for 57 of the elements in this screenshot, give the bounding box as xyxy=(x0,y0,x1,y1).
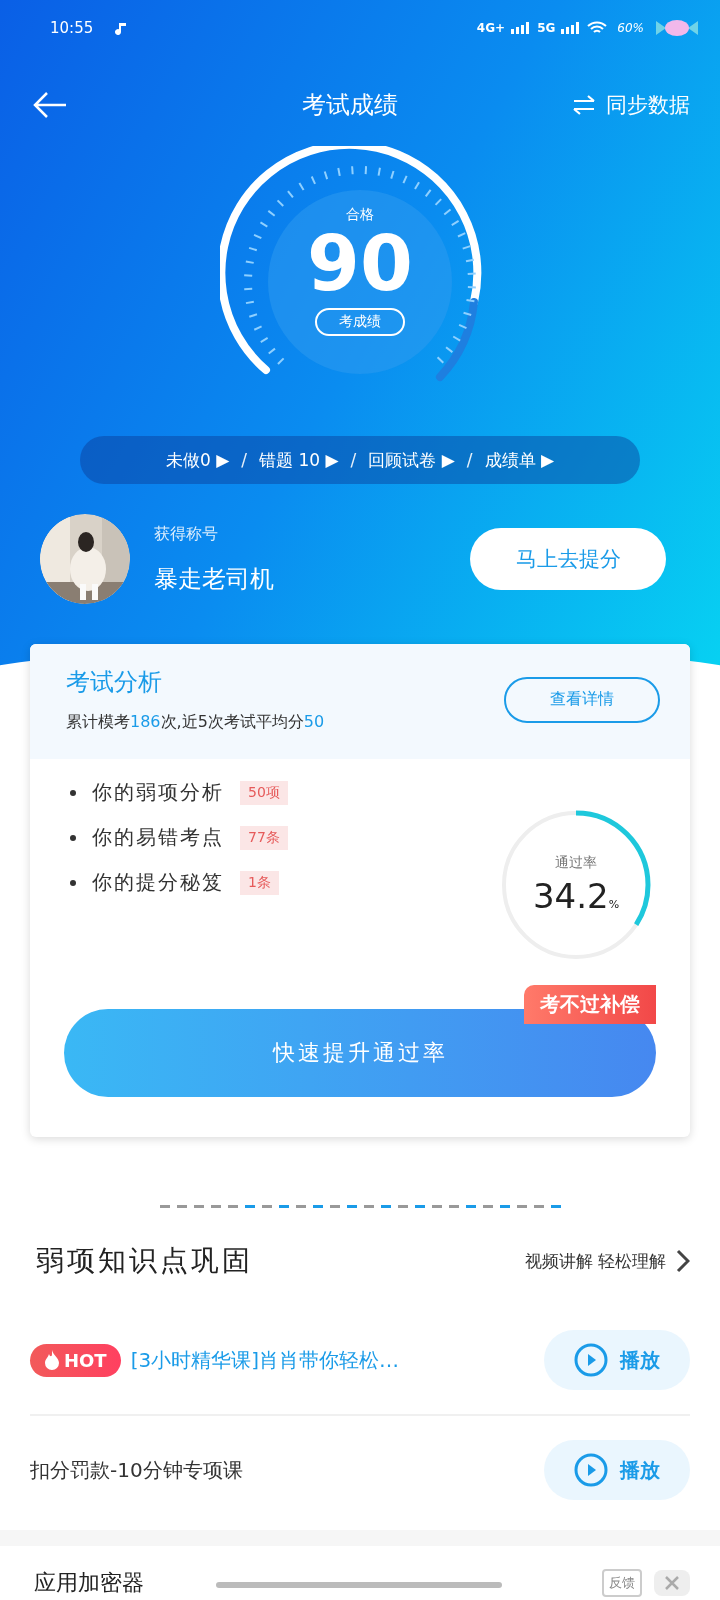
course-title[interactable]: [3小时精华课]肖肖带你轻松… xyxy=(130,1346,534,1374)
back-arrow-icon[interactable] xyxy=(32,90,68,120)
bullet-icon xyxy=(70,834,76,841)
separator-slash: / xyxy=(241,450,248,470)
music-note-icon xyxy=(115,21,128,35)
score-button[interactable]: 考成绩 xyxy=(315,308,405,336)
sync-button[interactable]: 同步数据 xyxy=(572,91,690,119)
network-label: 4G+ xyxy=(476,21,506,35)
signal-icon xyxy=(511,22,532,34)
count-tag: 50项 xyxy=(240,780,288,805)
play-button[interactable]: 播放 xyxy=(544,1330,690,1390)
count-tag: 77条 xyxy=(240,825,288,850)
percent-unit: % xyxy=(608,898,620,911)
pass-rate-value: 34.2 xyxy=(532,876,609,916)
analysis-title: 考试分析 xyxy=(66,667,163,698)
ad-title: 应用加密器 xyxy=(34,1569,144,1597)
shortcut-link[interactable]: 未做0 ▶ xyxy=(166,448,230,472)
analysis-item[interactable]: 你的提分秘笈 xyxy=(92,869,224,896)
candy-icon xyxy=(654,18,700,38)
bullet-icon xyxy=(70,789,76,796)
swap-icon xyxy=(572,95,596,115)
separator-slash: / xyxy=(466,450,473,470)
page-title: 考试成绩 xyxy=(301,90,399,121)
close-button[interactable] xyxy=(654,1570,690,1596)
close-icon xyxy=(664,1575,680,1591)
flame-icon xyxy=(44,1350,60,1370)
analysis-summary: 累计模考186次,近5次考试平均分50 xyxy=(66,712,326,733)
feedback-button[interactable]: 反馈 xyxy=(602,1569,642,1597)
wifi-icon xyxy=(587,21,608,35)
course-title[interactable]: 扣分罚款-10分钟专项课 xyxy=(30,1456,534,1484)
analysis-item[interactable]: 你的易错考点 xyxy=(92,824,224,851)
score-value: 90 xyxy=(307,226,413,302)
count-tag: 1条 xyxy=(240,870,279,895)
play-button[interactable]: 播放 xyxy=(544,1440,690,1500)
analysis-item[interactable]: 你的弱项分析 xyxy=(92,779,224,806)
compensation-badge: 考不过补偿 xyxy=(524,985,656,1024)
shortcut-link[interactable]: 错题 10 ▶ xyxy=(259,448,339,472)
separator-slash: / xyxy=(350,450,357,470)
title-caption: 获得称号 xyxy=(154,523,219,545)
video-link[interactable]: 视频讲解 轻松理解 xyxy=(524,1249,690,1273)
user-title: 暴走老司机 xyxy=(154,563,275,595)
pass-label: 合格 xyxy=(346,206,374,224)
bullet-icon xyxy=(70,879,76,886)
network-label: 5G xyxy=(537,21,556,35)
play-icon xyxy=(574,1453,608,1487)
pass-rate-label: 通过率 xyxy=(555,854,597,872)
chevron-right-icon xyxy=(676,1249,690,1273)
boost-score-button[interactable]: 马上去提分 xyxy=(470,528,666,590)
section-title: 弱项知识点巩固 xyxy=(36,1243,254,1279)
play-icon xyxy=(574,1343,608,1377)
shortcut-link[interactable]: 成绩单 ▶ xyxy=(484,448,554,472)
battery-level: 60% xyxy=(617,21,644,35)
signal-icon xyxy=(561,22,582,34)
view-details-button[interactable]: 查看详情 xyxy=(504,676,660,723)
hot-badge: HOT xyxy=(30,1343,121,1377)
shortcut-link[interactable]: 回顾试卷 ▶ xyxy=(368,448,455,472)
status-time: 10:55 xyxy=(50,19,94,37)
